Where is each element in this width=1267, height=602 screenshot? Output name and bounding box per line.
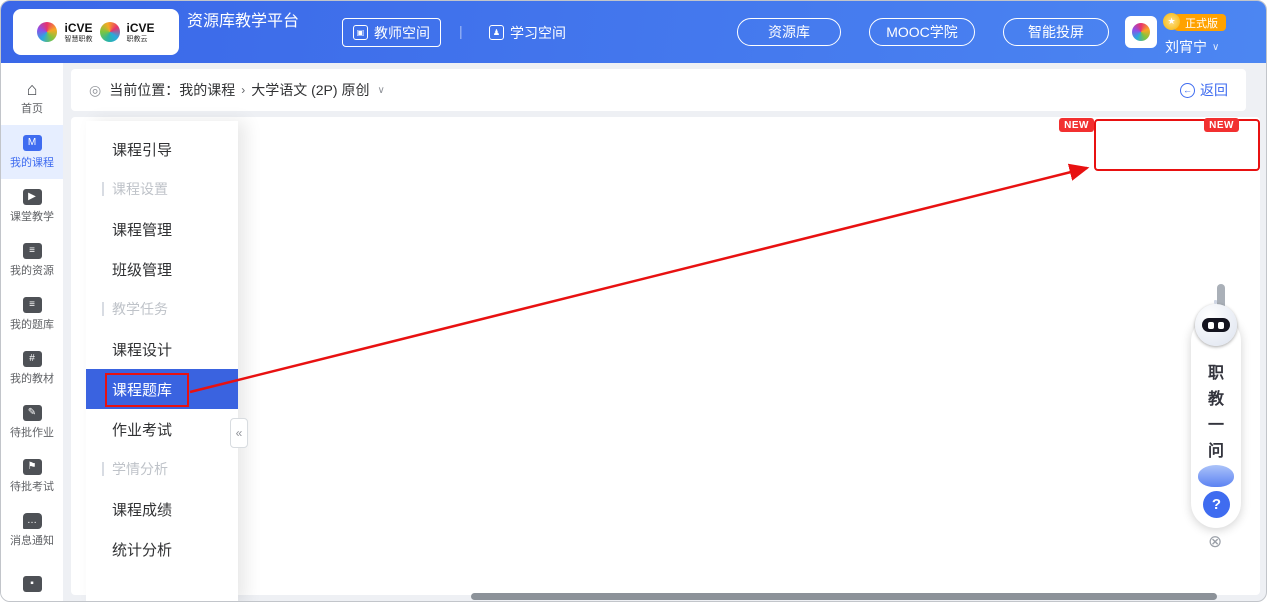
breadcrumb: ◎ 当前位置： 我的课程 › 大学语文 (2P) 原创 ∨ ← 返回 — [71, 69, 1246, 111]
new-badge: NEW — [1059, 118, 1094, 132]
user-menu[interactable]: 刘宵宁 ∨ — [1165, 37, 1219, 57]
sidebar-item-home[interactable]: ⌂首页 — [1, 71, 63, 125]
menu-section-4: 教学任务 — [86, 289, 238, 329]
resource-icon: ≡ — [23, 243, 42, 259]
chevron-down-icon: ∨ — [1212, 42, 1219, 53]
course-icon: M — [23, 135, 42, 151]
student-space-icon: ♟ — [489, 25, 504, 40]
sidebar-item-classroom-teaching[interactable]: ▶课堂教学 — [1, 179, 63, 233]
sidebar-item-my-resources[interactable]: ≡我的资源 — [1, 233, 63, 287]
home-icon: ⌂ — [27, 81, 38, 97]
sidebar-item-pending-exams[interactable]: ⚑待批考试 — [1, 449, 63, 503]
close-widget-icon[interactable] — [1208, 533, 1222, 550]
sidebar-item-my-textbooks[interactable]: #我的教材 — [1, 341, 63, 395]
menu-item-5[interactable]: 课程设计 — [86, 329, 238, 369]
exam-icon: ⚑ — [23, 459, 42, 475]
header-divider: | — [459, 23, 463, 39]
textbook-icon: # — [23, 351, 42, 367]
wave-decoration-icon — [1198, 465, 1234, 487]
mooc-college-link[interactable]: MOOC学院 — [869, 18, 975, 46]
menu-section-8: 学情分析 — [86, 449, 238, 489]
screen-icon: ▪ — [23, 576, 42, 592]
menu-item-0[interactable]: 课程引导 — [86, 129, 238, 169]
sidebar: ⌂首页M我的课程▶课堂教学≡我的资源≡我的题库#我的教材✎待批作业⚑待批考试…消… — [1, 63, 63, 602]
teacher-space-button[interactable]: ▣ 教师空间 — [342, 18, 441, 47]
smart-casting-link[interactable]: 智能投屏 — [1003, 18, 1109, 46]
menu-item-10[interactable]: 统计分析 — [86, 529, 238, 569]
assistant-label: 职教一问 — [1187, 361, 1245, 465]
app-window: iCVE 智慧职教 iCVE 职教云 资源库教学平台 ▣ 教师空间 | ♟ 学习空间… — [0, 0, 1267, 602]
icve-zhihuizhijiao-logo-icon — [37, 22, 57, 42]
horizontal-scrollbar[interactable] — [471, 593, 1217, 600]
content-card — [71, 117, 1260, 595]
bank-icon: ≡ — [23, 297, 42, 313]
menu-section-1: 课程设置 — [86, 169, 238, 209]
course-switch-caret-icon[interactable]: ∨ — [377, 85, 384, 96]
menu-item-3[interactable]: 班级管理 — [86, 249, 238, 289]
back-button[interactable]: ← 返回 — [1180, 80, 1228, 100]
platform-title: 资源库教学平台 — [187, 11, 309, 32]
sidebar-item-messages[interactable]: …消息通知 — [1, 503, 63, 557]
message-icon: … — [23, 513, 42, 529]
course-menu-panel: 课程引导课程设置课程管理班级管理教学任务课程设计课程题库作业考试学情分析课程成绩… — [86, 121, 238, 602]
breadcrumb-separator: › — [241, 83, 245, 97]
assistant-widget: 职教一问 ? — [1187, 299, 1245, 559]
sidebar-item-my-question-bank[interactable]: ≡我的题库 — [1, 287, 63, 341]
menu-item-9[interactable]: 课程成绩 — [86, 489, 238, 529]
video-icon: ▶ — [23, 189, 42, 205]
menu-item-7[interactable]: 作业考试 — [86, 409, 238, 449]
breadcrumb-current[interactable]: 大学语文 (2P) 原创 — [251, 80, 369, 100]
new-badge: NEW — [1204, 118, 1239, 132]
logo2-name: iCVE — [127, 22, 155, 34]
logo-box[interactable]: iCVE 智慧职教 iCVE 职教云 — [13, 9, 179, 55]
sidebar-item-my-courses[interactable]: M我的课程 — [1, 125, 63, 179]
user-avatar[interactable] — [1125, 16, 1157, 48]
teacher-space-icon: ▣ — [353, 25, 368, 40]
collapse-panel-button[interactable]: « — [230, 418, 248, 448]
logo2-sub: 职教云 — [127, 36, 155, 43]
location-pin-icon: ◎ — [89, 82, 101, 99]
help-button[interactable]: ? — [1203, 491, 1230, 518]
resource-library-link[interactable]: 资源库 — [737, 18, 841, 46]
icve-zhijiaoyun-logo-icon — [100, 22, 120, 42]
logo1-sub: 智慧职教 — [64, 36, 92, 43]
top-header: iCVE 智慧职教 iCVE 职教云 资源库教学平台 ▣ 教师空间 | ♟ 学习空间… — [1, 1, 1267, 63]
menu-item-2[interactable]: 课程管理 — [86, 209, 238, 249]
logo1-name: iCVE — [64, 22, 92, 34]
breadcrumb-prefix: 当前位置： — [109, 80, 179, 100]
sidebar-item-pending-homework[interactable]: ✎待批作业 — [1, 395, 63, 449]
breadcrumb-parent[interactable]: 我的课程 — [179, 80, 235, 100]
sidebar-item-screen[interactable]: ▪ — [1, 557, 63, 602]
assistant-robot-icon[interactable] — [1195, 304, 1237, 346]
back-arrow-icon: ← — [1180, 83, 1195, 98]
menu-item-6[interactable]: 课程题库 — [86, 369, 238, 409]
avatar-logo-icon — [1132, 23, 1150, 41]
medal-icon: ★ — [1163, 13, 1180, 30]
homework-icon: ✎ — [23, 405, 42, 421]
student-space-button[interactable]: ♟ 学习空间 — [479, 18, 576, 47]
version-badge: ★ 正式版 — [1171, 14, 1226, 31]
